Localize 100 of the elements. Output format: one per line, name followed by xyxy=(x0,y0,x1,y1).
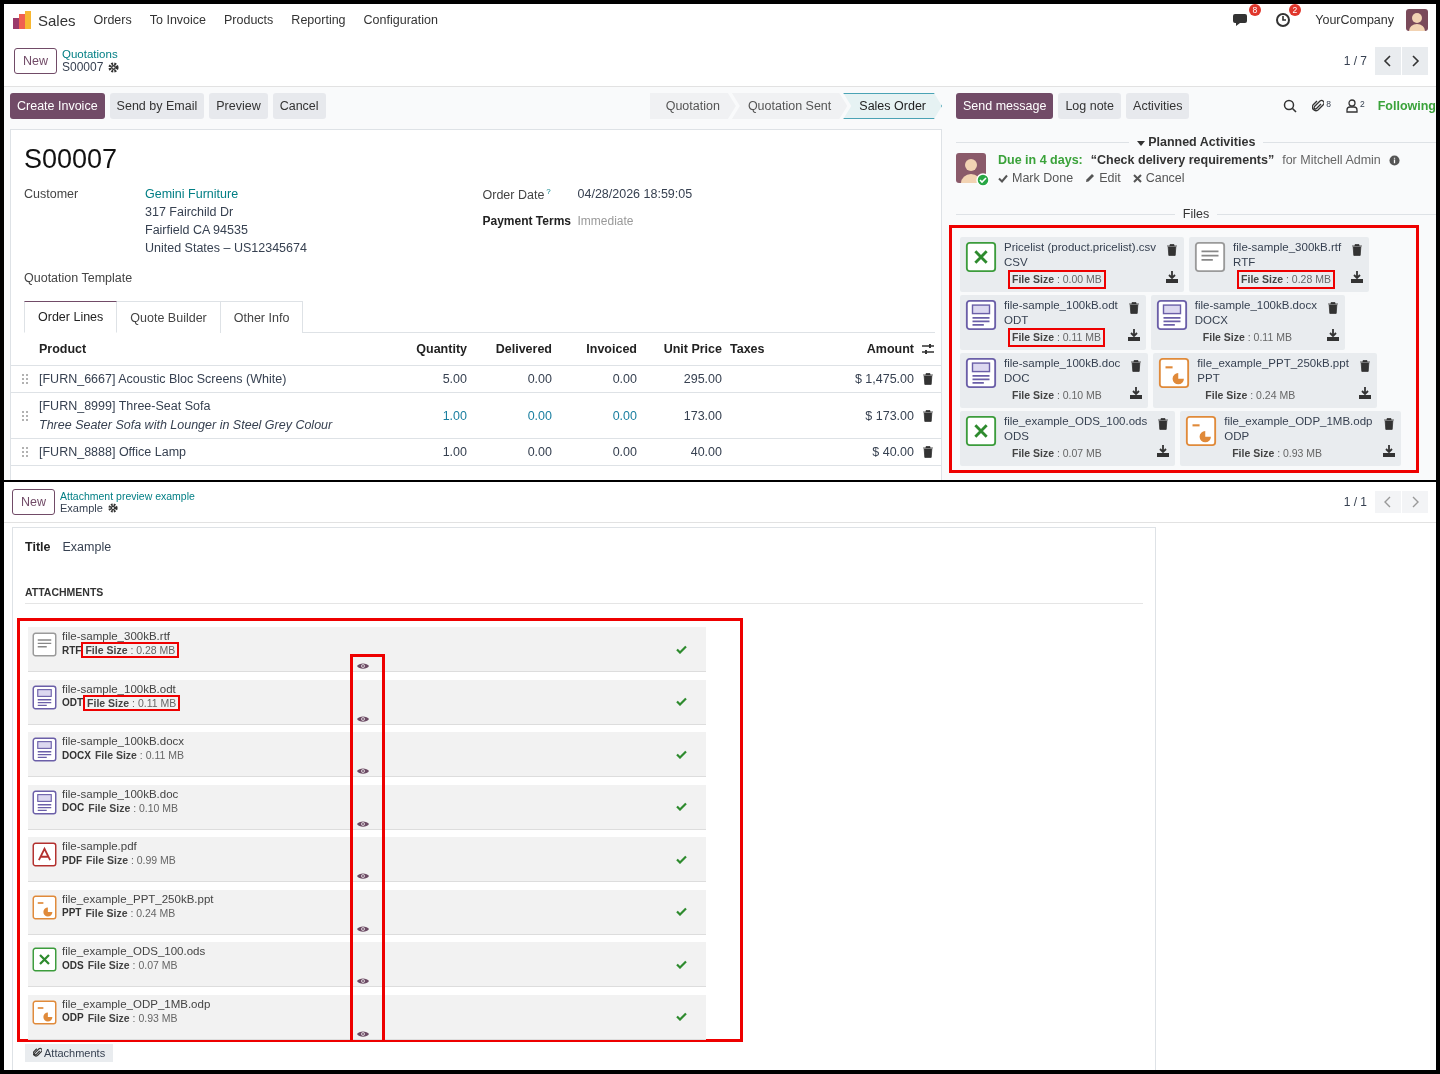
attachment-card[interactable]: Pricelist (product.pricelist).csv CSV File Size : 0.00 MB xyxy=(960,237,1185,292)
paperclip-icon[interactable] xyxy=(1312,99,1325,113)
menu-item[interactable]: Products xyxy=(224,13,274,27)
download-icon[interactable] xyxy=(1326,329,1339,341)
column-header[interactable]: Quantity xyxy=(416,342,467,356)
attachments-button[interactable]: Attachments xyxy=(25,1043,114,1062)
breadcrumb-link[interactable]: Quotations xyxy=(62,48,120,60)
tab[interactable]: Quote Builder xyxy=(117,301,221,333)
tab[interactable]: Other Info xyxy=(220,301,304,333)
next-button[interactable] xyxy=(1402,47,1428,75)
eye-icon[interactable] xyxy=(357,924,369,933)
activity-action[interactable]: Edit xyxy=(1085,171,1121,185)
menu-item[interactable]: Reporting xyxy=(291,13,346,27)
menu-item[interactable]: To Invoice xyxy=(149,13,206,27)
title-field[interactable]: Example xyxy=(62,540,112,554)
help-mark[interactable]: ? xyxy=(546,187,551,196)
tab[interactable]: Order Lines xyxy=(24,301,118,333)
eye-icon[interactable] xyxy=(357,819,369,828)
settings-icon[interactable] xyxy=(108,61,120,73)
attachment-row[interactable]: file_example_PPT_250kB.ppt PPT File Size : 0.24 MB xyxy=(28,889,706,934)
chatter-button[interactable]: Log note xyxy=(1058,93,1122,119)
app-logo-icon[interactable] xyxy=(12,10,32,30)
customer-link[interactable]: Gemini Furniture xyxy=(145,187,307,201)
trash-icon[interactable] xyxy=(1158,418,1169,430)
menu-item[interactable]: Orders xyxy=(93,13,132,27)
trash-icon[interactable] xyxy=(1131,360,1142,372)
status-step[interactable]: Quotation xyxy=(649,93,736,119)
chatter-button[interactable]: Send message xyxy=(956,93,1054,119)
trash-icon[interactable] xyxy=(1327,302,1338,314)
eye-icon[interactable] xyxy=(357,977,369,985)
trash-icon[interactable] xyxy=(922,446,933,458)
payment-terms-field[interactable]: Immediate xyxy=(577,214,738,229)
attachment-card[interactable]: file-sample_300kB.rtf RTF File Size : 0.28 MB xyxy=(1189,237,1370,292)
eye-icon[interactable] xyxy=(357,1029,369,1038)
eye-icon[interactable] xyxy=(357,767,369,775)
activity-action[interactable]: Cancel xyxy=(1132,171,1185,185)
followers-icon[interactable] xyxy=(1345,99,1358,113)
download-icon[interactable] xyxy=(1130,387,1143,399)
eye-icon[interactable] xyxy=(357,662,369,670)
download-icon[interactable] xyxy=(1358,387,1371,399)
column-header[interactable]: Amount xyxy=(866,342,914,356)
column-header[interactable]: Taxes xyxy=(722,342,796,356)
clock-icon[interactable] xyxy=(1275,12,1292,28)
download-icon[interactable] xyxy=(1382,445,1395,457)
download-icon[interactable] xyxy=(1127,329,1140,341)
status-step[interactable]: Sales Order xyxy=(843,93,942,119)
status-step[interactable]: Quotation Sent xyxy=(731,93,848,119)
attachment-row[interactable]: file-sample_100kB.docx DOCX File Size : 0.11 MB xyxy=(28,732,706,776)
new-button[interactable]: New xyxy=(14,48,57,74)
action-button[interactable]: Create Invoice xyxy=(10,93,105,119)
attachment-card[interactable]: file-sample_100kB.doc DOC File Size : 0.10 MB xyxy=(960,353,1149,408)
attachment-row[interactable]: file-sample_100kB.doc DOC File Size : 0.10 MB xyxy=(28,784,706,829)
trash-icon[interactable] xyxy=(922,409,933,422)
attachment-row[interactable]: file-sample_100kB.odt ODT File Size : 0.11 MB xyxy=(28,679,706,724)
attachment-row[interactable]: file-sample.pdf PDF File Size : 0.99 MB xyxy=(28,837,706,881)
attachment-card[interactable]: file_example_ODS_100.ods ODS File Size : 0.07 MB xyxy=(960,411,1176,466)
user-avatar[interactable] xyxy=(1406,9,1428,31)
info-icon[interactable] xyxy=(1388,154,1400,166)
trash-icon[interactable] xyxy=(1128,302,1139,314)
trash-icon[interactable] xyxy=(1352,244,1363,256)
breadcrumb-link[interactable]: Attachment preview example xyxy=(60,490,195,502)
settings-icon[interactable] xyxy=(107,503,118,513)
planned-activities-toggle[interactable]: Planned Activities xyxy=(1136,135,1256,149)
attachment-card[interactable]: file_example_ODP_1MB.odp ODP File Size : 0.93 MB xyxy=(1180,411,1401,466)
action-button[interactable]: Send by Email xyxy=(109,93,205,119)
attachment-card[interactable]: file-sample_100kB.docx DOCX File Size : 0.11 MB xyxy=(1150,295,1345,350)
attachment-row[interactable]: file-sample_300kB.rtf RTF File Size : 0.28 MB xyxy=(28,627,706,671)
drag-handle-icon[interactable] xyxy=(22,446,28,458)
column-settings-icon[interactable] xyxy=(920,343,935,355)
company-switcher[interactable]: YourCompany xyxy=(1315,13,1394,27)
column-header[interactable]: Delivered xyxy=(495,342,552,356)
column-header[interactable]: Unit Price xyxy=(663,342,722,356)
attachment-card[interactable]: file-sample_100kB.odt ODT File Size : 0.11 MB xyxy=(960,295,1146,350)
new-button[interactable]: New xyxy=(12,489,55,515)
chatter-button[interactable]: Activities xyxy=(1126,93,1190,119)
action-button[interactable]: Preview xyxy=(209,93,268,119)
activity-action[interactable]: Mark Done xyxy=(998,171,1074,185)
order-date-field[interactable]: 04/28/2026 18:59:05 xyxy=(577,187,693,201)
trash-icon[interactable] xyxy=(922,373,933,385)
attachment-row[interactable]: file_example_ODP_1MB.odp ODP File Size : 0.93 MB xyxy=(28,994,706,1039)
column-header[interactable]: Product xyxy=(39,342,396,356)
trash-icon[interactable] xyxy=(1383,418,1394,430)
download-icon[interactable] xyxy=(1351,271,1364,283)
search-icon[interactable] xyxy=(1283,99,1298,113)
eye-icon[interactable] xyxy=(357,714,369,723)
download-icon[interactable] xyxy=(1157,445,1170,457)
follower-count: 2 xyxy=(1359,99,1365,109)
attachment-row[interactable]: file_example_ODS_100.ods ODS File Size : 0.07 MB xyxy=(28,942,706,986)
trash-icon[interactable] xyxy=(1359,360,1370,372)
previous-button[interactable] xyxy=(1375,47,1401,75)
drag-handle-icon[interactable] xyxy=(22,373,28,385)
download-icon[interactable] xyxy=(1166,271,1179,283)
trash-icon[interactable] xyxy=(1167,244,1178,256)
drag-handle-icon[interactable] xyxy=(22,409,28,422)
eye-icon[interactable] xyxy=(357,872,369,880)
action-button[interactable]: Cancel xyxy=(272,93,326,119)
column-header[interactable]: Invoiced xyxy=(586,342,637,356)
menu-item[interactable]: Configuration xyxy=(363,13,438,27)
attachment-card[interactable]: file_example_PPT_250kB.ppt PPT File Size : 0.24 MB xyxy=(1153,353,1377,408)
app-name[interactable]: Sales xyxy=(38,11,76,29)
